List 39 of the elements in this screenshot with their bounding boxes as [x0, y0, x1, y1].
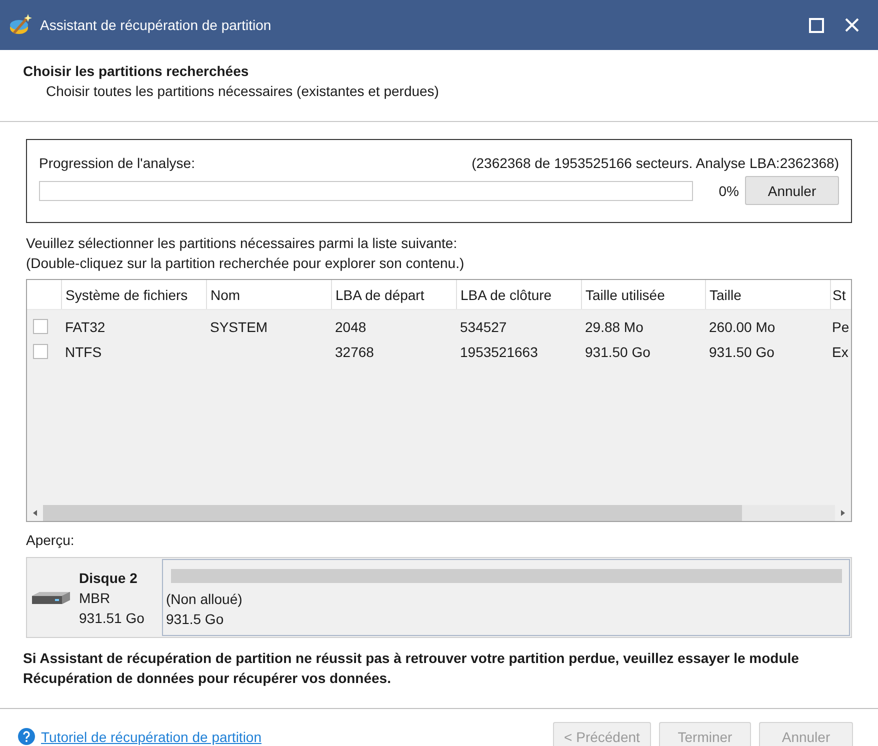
partition-block[interactable]: (Non alloué) 931.5 Go: [162, 559, 850, 636]
app-icon: [8, 13, 32, 37]
disk-name: Disque 2: [79, 568, 138, 588]
table-cell: 931.50 Go: [585, 344, 650, 360]
step-title: Choisir les partitions recherchées: [23, 63, 250, 79]
progress-detail: (2362368 de 1953525166 secteurs. Analyse LBA:2362368): [472, 155, 839, 171]
table-cell: FAT32: [65, 318, 106, 334]
help-icon[interactable]: [18, 728, 35, 745]
tutorial-link[interactable]: Tutoriel de récupération de partition: [41, 728, 262, 744]
table-cell: 1953521663: [460, 344, 538, 360]
window-title: Assistant de récupération de partition: [40, 17, 272, 33]
table-cell: SYSTEM: [210, 318, 268, 334]
table-cell: Pe: [832, 318, 850, 334]
progress-percent: 0%: [718, 182, 739, 198]
column-header[interactable]: Nom: [210, 286, 240, 302]
instruction-text: (Double-cliquez sur la partition recherchée pour explorer son contenu.): [26, 254, 466, 273]
row-checkbox[interactable]: [33, 344, 48, 359]
hard-drive-icon: [30, 590, 72, 606]
column-header[interactable]: Taille: [710, 286, 742, 302]
partition-label: (Non alloué): [166, 590, 244, 609]
disk-type: MBR: [79, 588, 112, 608]
step-subtitle: Choisir toutes les partitions nécessaires (existantes et perdues): [46, 83, 440, 99]
cancel-scan-button[interactable]: Annuler: [745, 176, 839, 205]
row-checkbox[interactable]: [33, 319, 48, 334]
table-cell: 29.88 Mo: [585, 318, 644, 334]
table-cell: NTFS: [65, 344, 102, 360]
table-cell: 260.00 Mo: [709, 318, 776, 334]
table-cell: 2048: [335, 318, 366, 334]
scroll-thumb[interactable]: [742, 505, 835, 521]
table-cell: 32768: [335, 344, 374, 360]
partition-size: 931.5 Go: [166, 610, 225, 629]
table-cell: Ex: [832, 344, 848, 360]
preview-label: Aperçu:: [26, 532, 76, 548]
notice-text: Si Assistant de récupération de partition ne réussit pas à retrouver votre partition perdue, veuillez essayer le module Récupération de données pour récupérer vos données.: [23, 649, 800, 688]
table-cell: 931.50 Go: [709, 344, 774, 360]
instruction-text: Veuillez sélectionner les partitions nécessaires parmi la liste suivante:: [26, 234, 458, 253]
disk-size: 931.51 Go: [79, 608, 144, 628]
table-cell: 534527: [460, 318, 507, 334]
progress-label: Progression de l'analyse:: [39, 155, 195, 171]
